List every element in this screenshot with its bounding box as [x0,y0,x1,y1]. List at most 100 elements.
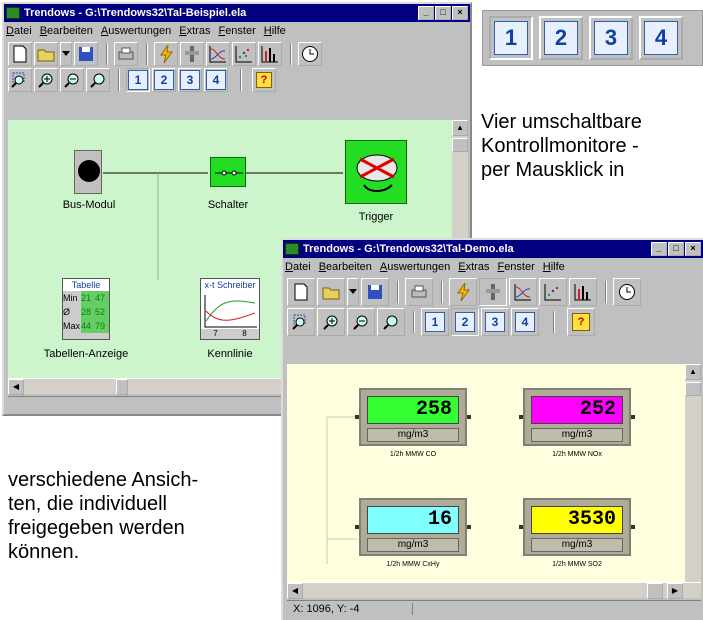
monitor-2-button[interactable]: 2 [451,308,479,336]
bus-modul-node[interactable] [74,150,102,194]
open-file-button[interactable] [317,278,345,306]
menu-bearbeiten[interactable]: Bearbeiten [40,25,93,37]
trigger-button[interactable] [154,42,178,66]
zoom-in-button[interactable] [34,68,58,92]
open-dropdown-button[interactable] [347,278,359,306]
monitor-strip-2-button[interactable]: 2 [539,16,583,60]
scroll-thumb[interactable] [685,382,701,396]
trigger-button[interactable] [449,278,477,306]
display-cxhy[interactable]: 16 mg/m3 [355,498,471,556]
curve-chart-icon [209,46,226,63]
menu-hilfe[interactable]: Hilfe [543,261,565,273]
window2-toolbar-view: 1 2 3 4 ? [283,308,703,338]
scroll-up-button[interactable]: ▲ [685,364,701,380]
printer-icon [118,47,134,60]
menu-fenster[interactable]: Fenster [497,261,534,273]
scroll-up-button[interactable]: ▲ [452,120,468,136]
zoom-out-button[interactable] [347,308,375,336]
chart-tick: 7 [213,329,218,338]
scatter-button[interactable] [539,278,567,306]
window2-vscroll[interactable]: ▲ [685,364,701,582]
switch-button[interactable] [180,42,204,66]
histogram-button[interactable] [258,42,282,66]
clock-button[interactable] [613,278,641,306]
histogram-button[interactable] [569,278,597,306]
display-pin [519,415,523,419]
trigger-node[interactable] [345,140,407,204]
menu-auswertungen[interactable]: Auswertungen [101,25,171,37]
help-button[interactable]: ? [567,308,595,336]
switch-button[interactable] [479,278,507,306]
display-so2[interactable]: 3530 mg/m3 [519,498,635,556]
scroll-thumb[interactable] [452,138,468,152]
monitor-4-button[interactable]: 4 [204,68,228,92]
display-pin [467,525,471,529]
scroll-left-button[interactable]: ◀ [287,583,303,599]
zoom-in-button[interactable] [317,308,345,336]
monitor-1-button[interactable]: 1 [126,68,150,92]
display-co[interactable]: 258 mg/m3 [355,388,471,446]
monitor-2-button[interactable]: 2 [152,68,176,92]
menu-auswertungen[interactable]: Auswertungen [380,261,450,273]
monitor-strip-1-button[interactable]: 1 [489,16,533,60]
help-button[interactable]: ? [252,68,276,92]
toolbar-separator [146,43,148,65]
window2-hscroll[interactable]: ◀ ▶ [287,582,701,599]
window-tal-demo: Trendows - G:\Trendows32\Tal-Demo.ela _ … [281,238,703,620]
print-button[interactable] [405,278,433,306]
new-file-button[interactable] [287,278,315,306]
monitor-4-button[interactable]: 4 [511,308,539,336]
menu-bearbeiten[interactable]: Bearbeiten [319,261,372,273]
menu-hilfe[interactable]: Hilfe [264,25,286,37]
menu-extras[interactable]: Extras [458,261,489,273]
window1-titlebar[interactable]: Trendows - G:\Trendows32\Tal-Beispiel.el… [4,4,470,22]
menu-datei[interactable]: Datei [285,261,311,273]
chart-widget-header: x-t Schreiber [201,279,259,291]
maximize-button[interactable]: □ [668,242,684,256]
zoom-fit-button[interactable] [86,68,110,92]
open-folder-icon [322,287,340,300]
monitor-strip-3-button[interactable]: 3 [589,16,633,60]
menu-fenster[interactable]: Fenster [218,25,255,37]
monitor-strip-4-button[interactable]: 4 [639,16,683,60]
monitor-3-button[interactable]: 3 [178,68,202,92]
scroll-right-button[interactable]: ▶ [667,583,683,599]
open-file-button[interactable] [34,42,58,66]
save-button[interactable] [361,278,389,306]
scroll-thumb[interactable] [647,583,663,599]
zoom-fit-button[interactable] [377,308,405,336]
open-dropdown-button[interactable] [60,42,72,66]
zoom-select-button[interactable] [8,68,32,92]
new-file-button[interactable] [8,42,32,66]
menu-datei[interactable]: Datei [6,25,32,37]
schalter-node[interactable] [210,157,246,187]
zoom-out-button[interactable] [60,68,84,92]
scroll-left-button[interactable]: ◀ [8,379,24,395]
table-widget-header: Tabelle [63,279,109,291]
save-button[interactable] [74,42,98,66]
maximize-button[interactable]: □ [435,6,451,20]
menu-extras[interactable]: Extras [179,25,210,37]
scatter-button[interactable] [232,42,256,66]
monitor-1-button[interactable]: 1 [421,308,449,336]
zoom-select-button[interactable] [287,308,315,336]
print-button[interactable] [114,42,138,66]
close-button[interactable]: × [452,6,468,20]
display-pin [355,415,359,419]
clock-button[interactable] [298,42,322,66]
minimize-button[interactable]: _ [418,6,434,20]
curve-button[interactable] [206,42,230,66]
minimize-button[interactable]: _ [651,242,667,256]
display-nox[interactable]: 252 mg/m3 [519,388,635,446]
chart-tick: 8 [242,329,247,338]
zoom-select-icon [292,314,306,330]
window2-canvas[interactable]: 258 mg/m3 1/2h MMW CO 252 mg/m3 1/2h MMW… [287,364,685,582]
close-button[interactable]: × [685,242,701,256]
window2-titlebar[interactable]: Trendows - G:\Trendows32\Tal-Demo.ela _ … [283,240,703,258]
tabellen-anzeige-node[interactable]: Tabelle Min 21 47 Ø 28 52 Max 44 79 [62,278,110,340]
display-cxhy-label: 1/2h MMW CxHy [386,561,440,568]
kennlinie-node[interactable]: x-t Schreiber 7 8 [200,278,260,340]
monitor-3-button[interactable]: 3 [481,308,509,336]
curve-button[interactable] [509,278,537,306]
scroll-thumb[interactable] [116,379,128,395]
